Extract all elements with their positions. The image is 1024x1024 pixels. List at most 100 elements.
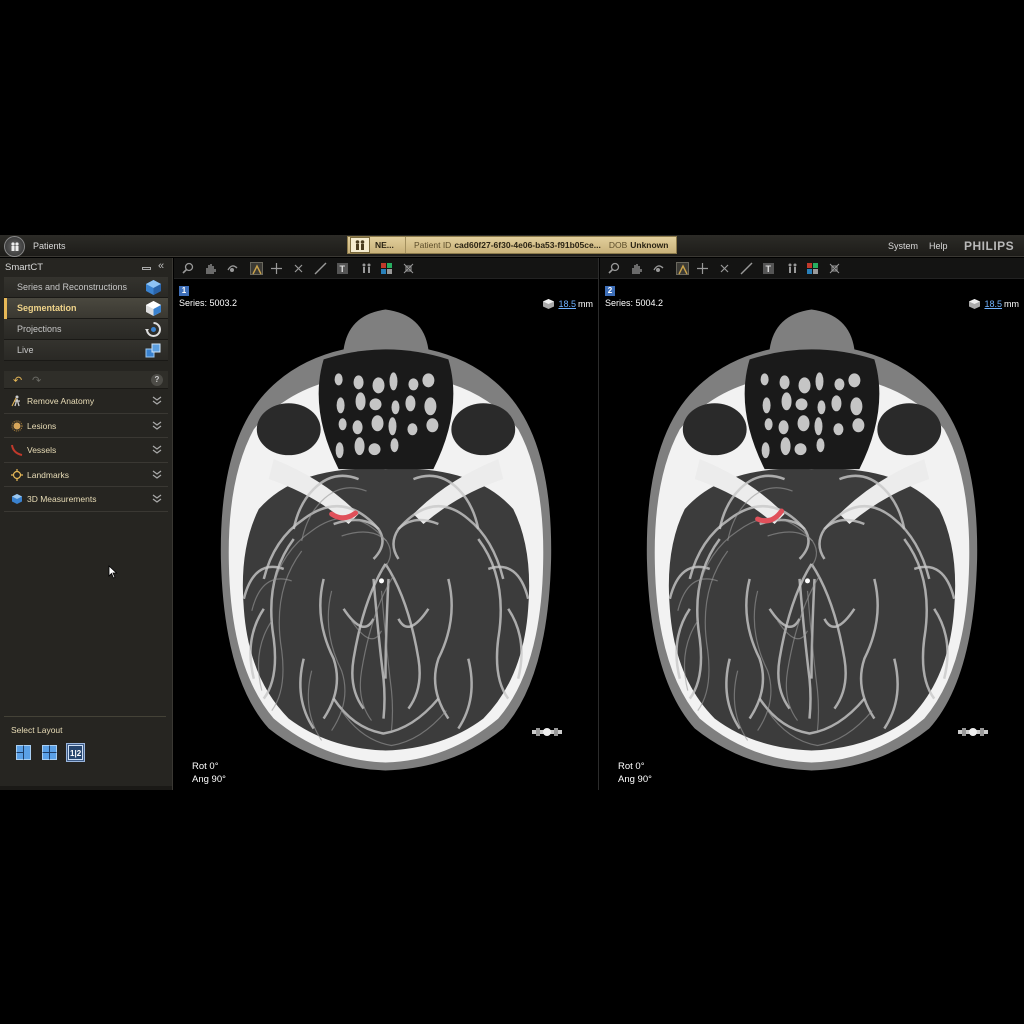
- crosshair-icon[interactable]: [270, 262, 283, 275]
- landmark-icon: [11, 468, 23, 481]
- layout-1x2-icon: [16, 745, 31, 760]
- tool-remove-anatomy[interactable]: Remove Anatomy: [4, 389, 168, 414]
- slab-thickness[interactable]: 18.5 mm: [969, 299, 1019, 309]
- viewport-number: 2: [605, 286, 615, 296]
- angulation-readout: Ang 90°: [618, 774, 652, 785]
- svg-text:T: T: [340, 264, 346, 274]
- body-orientation-icon[interactable]: [786, 262, 799, 275]
- window-level-icon[interactable]: [676, 262, 689, 275]
- viewport-2[interactable]: T 2 Series: 5004.2 18.5 mm Rot 0° Ang 90…: [600, 258, 1024, 790]
- rotate-3d-icon[interactable]: [226, 262, 239, 275]
- slab-thickness[interactable]: 18.5 mm: [543, 299, 593, 309]
- body-orientation-icon[interactable]: [360, 262, 373, 275]
- angulation-readout: Ang 90°: [192, 774, 226, 785]
- smartct-app: Patients NE... Patient ID cad60f27-6f30-…: [0, 235, 1024, 790]
- scroll-icon[interactable]: [292, 262, 305, 275]
- series-label: Series: 5004.2: [605, 298, 664, 308]
- remove-anatomy-icon: [11, 395, 20, 407]
- patient-id-label: Patient ID: [414, 240, 452, 250]
- undo-icon[interactable]: ↶: [13, 374, 22, 387]
- layout-single-button[interactable]: [14, 743, 33, 762]
- task-sidebar: SmartCT « Series and Reconstructions Seg…: [0, 258, 173, 790]
- layout-section: Select Layout 1|2: [4, 716, 166, 762]
- redo-icon[interactable]: ↷: [32, 374, 41, 387]
- viewport-toolbar: T: [600, 258, 1024, 279]
- dob-value: Unknown: [630, 240, 669, 250]
- tool-label: Remove Anatomy: [27, 396, 95, 406]
- patients-home-button[interactable]: [4, 236, 25, 257]
- task-label: Live: [17, 345, 34, 355]
- vessel-icon: [11, 444, 23, 456]
- measure-line-icon[interactable]: [740, 262, 753, 275]
- system-menu[interactable]: System: [888, 241, 918, 251]
- text-annotation-icon[interactable]: T: [336, 262, 349, 275]
- pan-hand-icon[interactable]: [630, 262, 643, 275]
- axial-cta-image[interactable]: [600, 279, 1024, 790]
- zoom-icon[interactable]: [182, 262, 195, 275]
- task-live[interactable]: Live: [4, 340, 168, 361]
- patient-banner[interactable]: NE... Patient ID cad60f27-6f30-4e06-ba53…: [347, 236, 677, 254]
- expand-chevron-icon[interactable]: [152, 444, 162, 454]
- task-projections[interactable]: Projections: [4, 319, 168, 340]
- viewport-toolbar: T: [174, 258, 598, 279]
- patient-icon: [350, 237, 370, 253]
- rotate-icon: [145, 322, 161, 337]
- tool-label: 3D Measurements: [27, 494, 97, 504]
- expand-chevron-icon[interactable]: [152, 493, 162, 503]
- crosshair-icon[interactable]: [696, 262, 709, 275]
- text-annotation-icon[interactable]: T: [762, 262, 775, 275]
- rotate-3d-icon[interactable]: [652, 262, 665, 275]
- viewport-number: 1: [179, 286, 189, 296]
- slab-thickness-value[interactable]: 18.5: [558, 299, 576, 309]
- task-series-reconstructions[interactable]: Series and Reconstructions: [4, 277, 168, 298]
- svg-text:1|2: 1|2: [70, 749, 82, 758]
- layout-1-2-icon: 1|2: [68, 745, 83, 760]
- zoom-icon[interactable]: [608, 262, 621, 275]
- color-map-icon[interactable]: [380, 262, 393, 275]
- sidebar-title: SmartCT: [5, 262, 43, 273]
- task-segmentation[interactable]: Segmentation: [4, 298, 168, 319]
- expand-chevron-icon[interactable]: [152, 469, 162, 479]
- top-bar: Patients NE... Patient ID cad60f27-6f30-…: [0, 235, 1024, 257]
- slab-thickness-value[interactable]: 18.5: [984, 299, 1002, 309]
- axial-cta-image[interactable]: [174, 279, 598, 790]
- tool-lesions[interactable]: Lesions: [4, 414, 168, 438]
- layout-side-by-side-button[interactable]: 1|2: [66, 743, 85, 762]
- sidebar-header: SmartCT «: [0, 258, 172, 277]
- measure-3d-icon: [12, 494, 22, 504]
- minimize-icon[interactable]: [142, 267, 151, 270]
- reset-view-icon[interactable]: [828, 262, 841, 275]
- viewport-1[interactable]: T 1 Series: 5003.2 18.5 mm Rot 0° Ang 90…: [174, 258, 599, 790]
- help-icon[interactable]: ?: [151, 374, 163, 386]
- reset-view-icon[interactable]: [402, 262, 415, 275]
- color-map-icon[interactable]: [806, 262, 819, 275]
- collapse-sidebar-icon[interactable]: «: [158, 260, 164, 272]
- rotation-readout: Rot 0°: [192, 761, 219, 772]
- task-label: Projections: [17, 324, 62, 334]
- svg-text:T: T: [766, 264, 772, 274]
- pan-hand-icon[interactable]: [204, 262, 217, 275]
- expand-chevron-icon[interactable]: [152, 395, 162, 405]
- slab-icon: [543, 299, 555, 309]
- tool-landmarks[interactable]: Landmarks: [4, 463, 168, 487]
- patients-icon: [10, 241, 19, 251]
- help-menu[interactable]: Help: [929, 241, 948, 251]
- layout-title: Select Layout: [11, 725, 63, 735]
- layout-2x2-icon: [42, 745, 57, 760]
- rotation-angle-readout: Rot 0° Ang 90°: [192, 760, 226, 786]
- rotation-readout: Rot 0°: [618, 761, 645, 772]
- window-level-icon[interactable]: [250, 262, 263, 275]
- brand-logo: PHILIPS: [964, 239, 1015, 253]
- expand-chevron-icon[interactable]: [152, 420, 162, 430]
- task-label: Segmentation: [17, 303, 77, 313]
- tool-3d-measurements[interactable]: 3D Measurements: [4, 487, 168, 512]
- tool-vessels[interactable]: Vessels: [4, 438, 168, 463]
- layout-quad-button[interactable]: [40, 743, 59, 762]
- slab-thickness-unit: mm: [578, 299, 593, 309]
- patients-link[interactable]: Patients: [33, 241, 66, 251]
- orientation-figure-icon: [958, 728, 988, 736]
- lesion-icon: [11, 420, 23, 431]
- patient-name: NE...: [375, 240, 394, 250]
- scroll-icon[interactable]: [718, 262, 731, 275]
- measure-line-icon[interactable]: [314, 262, 327, 275]
